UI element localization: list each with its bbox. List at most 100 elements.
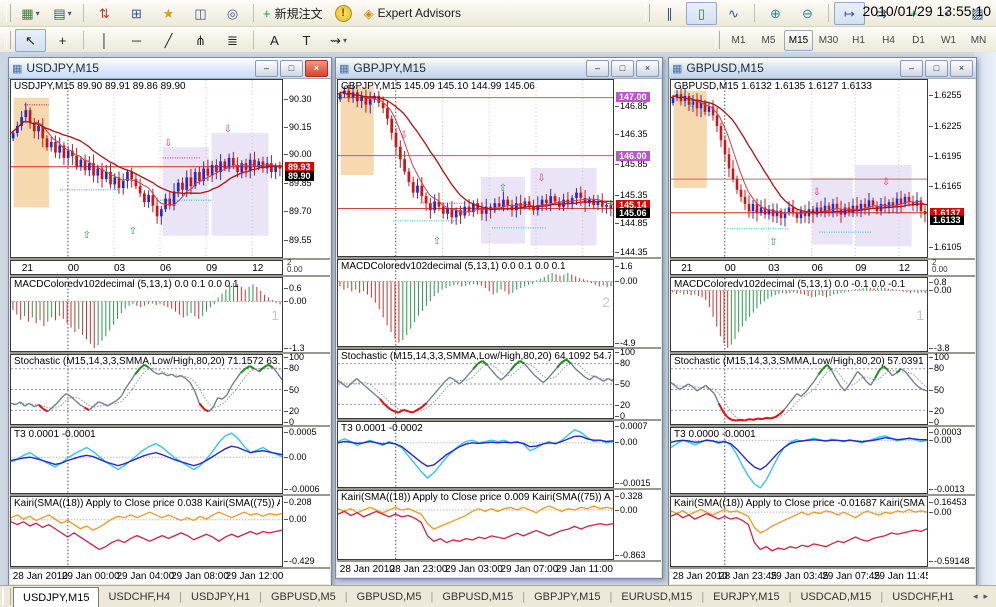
arrows-button[interactable]: ⇝ ▾ — [323, 29, 354, 52]
plot-area[interactable]: Kairi(SMA((18)) Apply to Close price 0.0… — [10, 496, 283, 567]
titlebar[interactable]: ▦ GBPJPY,M15 – □ × — [336, 58, 662, 79]
expert-advisors-button[interactable]: ◈ Expert Advisors — [360, 2, 465, 25]
chart-tab-usdcad-m15[interactable]: USDCAD,M15 — [791, 586, 880, 607]
cursor-button[interactable]: ↖ — [15, 28, 46, 52]
zoom-out-button[interactable]: ⊖ — [792, 2, 823, 25]
ohlc-readout: USDJPY,M15 89.90 89.91 89.86 89.90 — [14, 81, 186, 92]
timeframe-mn-button[interactable]: MN — [964, 30, 993, 51]
plot-area[interactable]: ⇧ ⇧ ⇩ ⇩ USDJPY,M15 89.90 89.91 89.86 89.90 — [10, 79, 283, 258]
tab-scroll-right-icon[interactable]: ▸ — [983, 591, 988, 602]
vertical-line-button[interactable]: │ — [89, 29, 120, 52]
alert-button[interactable]: ! — [328, 2, 359, 25]
minimize-button[interactable]: – — [255, 59, 278, 77]
bar-chart-button[interactable]: ∥ — [654, 2, 685, 25]
zoom-in-button[interactable]: ⊕ — [760, 2, 791, 25]
plot-area[interactable]: 21 00 03 06 09 12 — [10, 260, 283, 275]
chart-tab-usdchf-h1[interactable]: USDCHF,H1 — [883, 586, 963, 607]
plot-area[interactable]: ⇧ ⇧ ⇩ ⇩ GBPUSD,M15 1.6132 1.6135 1.6127 1.61… — [670, 79, 928, 258]
fibonacci-button[interactable]: ≣ — [217, 29, 248, 52]
trendline-button[interactable]: ╱ — [153, 29, 184, 52]
chart-tab-gbpusd-m15[interactable]: GBPUSD,M15 — [433, 586, 522, 607]
close-button[interactable]: × — [636, 59, 659, 77]
plot-area[interactable]: T3 0.0000 -0.0001 — [670, 427, 928, 494]
axis-tick: 1.6 — [615, 261, 633, 272]
chart-tab-gbpusd-m5[interactable]: GBPUSD,M5 — [262, 586, 345, 607]
chart-tab-usdjpy-m15[interactable]: USDJPY,M15 — [13, 587, 100, 607]
new-order-button[interactable]: + 新規注文 — [259, 2, 327, 25]
mt4-terminal: ▦ ▾ ▤ ▾ ⇅ ⊞ ★ ◫ ◎ + 新規注文! ◈ Expert Advisors ∥ ▯ ∿ ⊕ ⊖ ↦ ⇉ + ◔… — [0, 0, 996, 607]
terminal-button[interactable]: ◫ — [185, 2, 216, 25]
axis-tick: 0.00 — [284, 296, 307, 306]
horizontal-line-button[interactable]: ─ — [121, 29, 152, 52]
timeframe-m15-button[interactable]: M15 — [784, 29, 813, 51]
text-button[interactable]: A — [259, 29, 290, 52]
timeframe-h1-button[interactable]: H1 — [844, 30, 873, 51]
chart-tab-gbpjpy-m15[interactable]: GBPJPY,M15 — [525, 586, 609, 607]
titlebar[interactable]: ▦ GBPUSD,M15 – □ × — [669, 58, 976, 79]
titlebar[interactable]: ▦ USDJPY,M15 – □ × — [9, 58, 331, 79]
equidistant-channel-button[interactable]: ⋔ — [185, 29, 216, 52]
signal-arrow-icon: ⇧ — [432, 235, 442, 247]
chart-tab-eurjpy-m15[interactable]: EURJPY,M15 — [704, 586, 788, 607]
plot-area[interactable]: 21 00 03 06 09 12 — [670, 260, 928, 275]
profiles-button[interactable]: ▤ ▾ — [47, 2, 78, 25]
axis-tick: 1.6105 — [929, 242, 962, 253]
plot-area[interactable]: Stochastic (M15,14,3,3,SMMA,Low/High,80,… — [670, 354, 928, 425]
restore-button[interactable]: □ — [611, 59, 634, 77]
timeframe-d1-button[interactable]: D1 — [904, 30, 933, 51]
plot-area[interactable]: Kairi(SMA((18)) Apply to Close price 0.0… — [337, 490, 614, 560]
restore-button[interactable]: □ — [925, 59, 948, 77]
minimize-button[interactable]: – — [900, 59, 923, 77]
auto-scroll-button[interactable]: ↦ — [834, 1, 865, 25]
axis-tick: 0.0005 — [284, 427, 317, 438]
indicator-label: Stochastic (M15,14,3,3,SMMA,Low/High,80,… — [674, 356, 925, 367]
plot-area[interactable]: MACDColoredv102decimal (5,13,1) 0.0 0.1 … — [10, 277, 283, 352]
signal-arrow-icon: ⇩ — [812, 187, 822, 199]
navigator-button[interactable]: ★ — [153, 2, 184, 25]
chart-tab-eurusd-m15[interactable]: EURUSD,M15 — [612, 586, 701, 607]
axis-tick: 1.6255 — [929, 90, 962, 101]
plot-area[interactable]: Kairi(SMA((18)) Apply to Close price -0.… — [670, 496, 928, 567]
plot-area[interactable]: T3 0.0001 -0.0001 — [10, 427, 283, 494]
chart-tab-usdjpy-h1[interactable]: USDJPY,H1 — [182, 586, 259, 607]
chart-tab-usdchf-h4[interactable]: USDCHF,H4 — [99, 586, 179, 607]
plot-area[interactable]: 28 Jan 2010 29 Jan 00:00 29 Jan 04:00 29 Ja… — [10, 569, 283, 584]
plot-area[interactable]: MACDColoredv102decimal (5,13,1) 0.0 -0.1… — [670, 277, 928, 352]
restore-button[interactable]: □ — [280, 59, 303, 77]
tab-scroll-left-icon[interactable]: ◂ — [973, 591, 978, 602]
macd-pane: MACDColoredv102decimal (5,13,1) 0.0 0.1 … — [337, 259, 661, 348]
plot-area[interactable]: MACDColoredv102decimal (5,13,1) 0.0 0.1 … — [337, 259, 614, 347]
window-title: GBPUSD,M15 — [686, 61, 764, 75]
close-button[interactable]: × — [305, 59, 328, 77]
timeframe-m1-button[interactable]: M1 — [724, 30, 753, 51]
crosshair-button[interactable]: + — [47, 29, 78, 52]
new-chart-button[interactable]: ▦ ▾ — [15, 2, 46, 25]
toolbar-line-studies: ↖ + │ ─ ╱ ⋔ ≣ A T ⇝ ▾ M1 M5 M15 M30 H1 H4 D1 W1 MN — [0, 27, 996, 54]
plot-area[interactable]: 28 Jan 2010 28 Jan 23:45 29 Jan 03:45 29 Ja… — [670, 569, 928, 584]
timeframe-w1-button[interactable]: W1 — [934, 30, 963, 51]
strategy-tester-button[interactable]: ◎ — [217, 2, 248, 25]
plot-area[interactable]: ⇧ ⇧ ⇩ ⇩ GBPJPY,M15 145.09 145.10 144.99 145.… — [337, 79, 614, 257]
market-watch-button[interactable]: ⇅ — [89, 2, 120, 25]
text-label-button[interactable]: T — [291, 29, 322, 52]
chart-window-usdjpy: ▦ USDJPY,M15 – □ × ⇧ ⇧ ⇩ ⇩ USDJPY,M15 89.90 89.91… — [8, 57, 332, 586]
plot-canvas[interactable] — [671, 80, 927, 257]
chart-tab-gbpusd-m5[interactable]: GBPUSD,M5 — [348, 586, 431, 607]
plot-area[interactable]: Stochastic (M15,14,3,3,SMMA,Low/High,80,… — [10, 354, 283, 425]
plot-canvas[interactable] — [338, 260, 613, 346]
timeframe-m5-button[interactable]: M5 — [754, 30, 783, 51]
date-label: 28 Jan 23:45 — [719, 571, 777, 582]
minimize-button[interactable]: – — [586, 59, 609, 77]
plot-area[interactable]: Stochastic (M15,14,3,3,SMMA,Low/High,80,… — [337, 349, 614, 419]
timeframe-h4-button[interactable]: H4 — [874, 30, 903, 51]
plot-canvas[interactable] — [338, 80, 613, 256]
plot-area[interactable]: 28 Jan 2010 28 Jan 23:00 29 Jan 03:00 29 Ja… — [337, 562, 614, 577]
plot-canvas[interactable] — [11, 80, 282, 257]
data-window-button[interactable]: ⊞ — [121, 2, 152, 25]
close-button[interactable]: × — [950, 59, 973, 77]
timeframe-m30-button[interactable]: M30 — [814, 30, 843, 51]
line-chart-button[interactable]: ∿ — [718, 2, 749, 25]
candlestick-chart-button[interactable]: ▯ — [686, 1, 717, 25]
window-content: ⇧ ⇧ ⇩ ⇩ GBPJPY,M15 145.09 145.10 144.99 145.… — [337, 79, 661, 577]
plot-area[interactable]: T3 0.0001 -0.0002 — [337, 421, 614, 488]
